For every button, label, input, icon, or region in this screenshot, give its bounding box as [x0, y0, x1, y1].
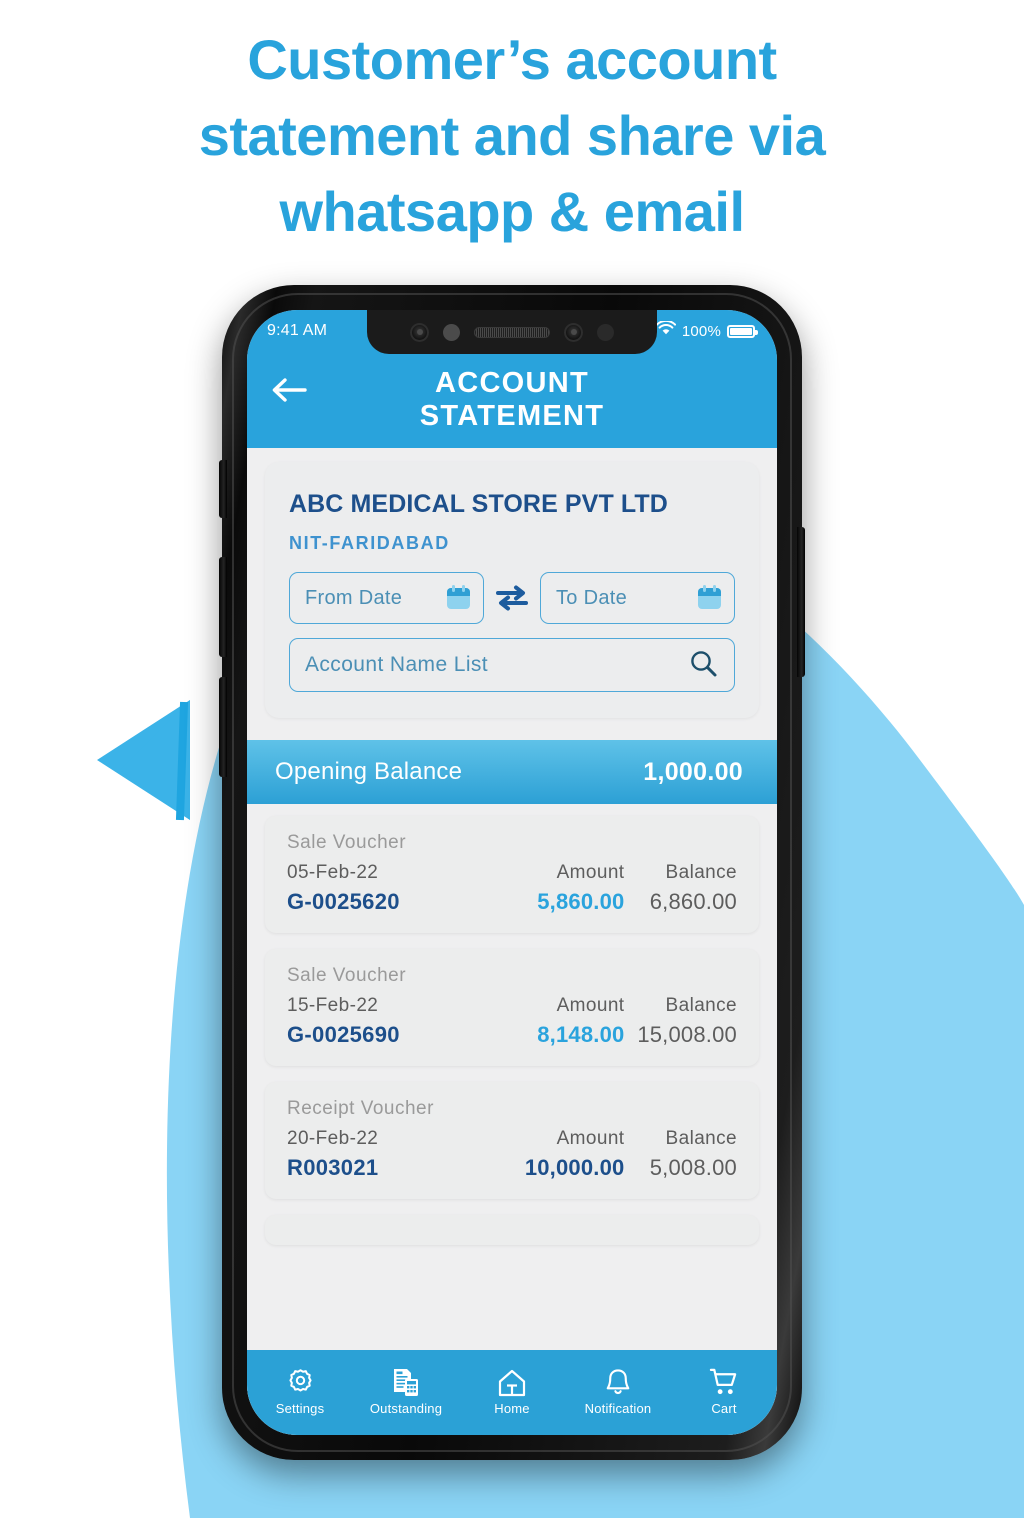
phone-volume-up-button[interactable]	[219, 557, 227, 657]
to-date-placeholder: To Date	[556, 586, 628, 609]
from-date-placeholder: From Date	[305, 586, 403, 609]
back-arrow-icon[interactable]	[269, 370, 309, 410]
voucher-balance: 6,860.00	[649, 889, 737, 914]
voucher-type: Receipt Voucher	[287, 1098, 434, 1119]
account-name-search-input[interactable]: Account Name List	[289, 638, 735, 692]
nav-label: Outstanding	[369, 1400, 443, 1416]
status-bar: 9:41 AM 100%	[247, 310, 777, 354]
table-row[interactable]: Sale Voucher 15-Feb-22 Amount Balance G-…	[265, 949, 759, 1066]
app-header: ACCOUNT STATEMENT	[247, 352, 777, 448]
balance-column-header: Balance	[665, 862, 737, 883]
phone-power-button[interactable]	[797, 527, 805, 677]
phone-notch	[367, 310, 657, 354]
phone-silent-switch[interactable]	[219, 460, 227, 518]
to-date-field[interactable]: To Date	[540, 572, 735, 624]
voucher-value-row: G-0025690 8,148.00 15,008.00	[287, 1022, 737, 1048]
opening-balance-value: 1,000.00	[643, 757, 743, 786]
account-name-placeholder: Account Name List	[305, 653, 489, 676]
phone-volume-down-button[interactable]	[219, 677, 227, 777]
page-title-line-1: ACCOUNT	[434, 367, 590, 399]
app-body: ABC MEDICAL STORE PVT LTD NIT-FARIDABAD …	[247, 448, 777, 1435]
voucher-amount: 10,000.00	[524, 1155, 625, 1180]
date-range-row: From Date To Date	[289, 572, 735, 624]
nav-label: Cart	[711, 1400, 737, 1416]
wifi-icon	[655, 319, 676, 341]
page-headline: Customer’s account statement and share v…	[0, 22, 1024, 250]
voucher-number: G-0025620	[287, 889, 400, 914]
voucher-header-row: 20-Feb-22 Amount Balance	[287, 1128, 737, 1150]
headline-line-3: whatsapp & email	[279, 180, 745, 243]
voucher-number: G-0025690	[287, 1022, 400, 1047]
store-name: ABC MEDICAL STORE PVT LTD	[289, 490, 668, 518]
gear-icon	[285, 1364, 316, 1398]
table-row[interactable]	[265, 1215, 759, 1245]
ambient-light-sensor-icon	[597, 323, 614, 341]
phone-screen: 9:41 AM 100% ACCOUNT STATEMENT ABC MEDIC…	[247, 310, 777, 1435]
balance-column-header: Balance	[665, 1128, 737, 1149]
voucher-date: 20-Feb-22	[287, 1128, 379, 1149]
nav-item-notification[interactable]: Notification	[565, 1364, 671, 1416]
secondary-camera-icon	[564, 322, 583, 342]
home-icon	[496, 1364, 528, 1398]
table-row[interactable]: Sale Voucher 05-Feb-22 Amount Balance G-…	[265, 816, 759, 933]
voucher-header-row: 05-Feb-22 Amount Balance	[287, 862, 737, 884]
voucher-type: Sale Voucher	[287, 965, 407, 986]
bell-icon	[604, 1364, 632, 1398]
battery-full-icon	[727, 324, 758, 338]
opening-balance-label: Opening Balance	[275, 758, 463, 785]
battery-percent-label: 100%	[681, 322, 721, 340]
balance-column-header: Balance	[665, 995, 737, 1016]
earpiece-speaker	[474, 326, 550, 338]
amount-column-header: Amount	[556, 995, 625, 1016]
page-title-line-2: STATEMENT	[419, 400, 605, 432]
swap-horizontal-icon[interactable]	[494, 580, 530, 616]
amount-column-header: Amount	[556, 862, 625, 883]
documents-calculator-icon	[391, 1364, 421, 1398]
table-row[interactable]: Receipt Voucher 20-Feb-22 Amount Balance…	[265, 1082, 759, 1199]
voucher-balance: 5,008.00	[649, 1155, 737, 1180]
opening-balance-bar: Opening Balance 1,000.00	[247, 740, 777, 804]
status-indicators: 100%	[655, 319, 758, 341]
calendar-icon	[447, 584, 470, 609]
store-branch: NIT-FARIDABAD	[289, 533, 450, 553]
voucher-value-row: R003021 10,000.00 5,008.00	[287, 1155, 737, 1181]
bottom-navigation-bar: Settings Outstanding Home Notification C…	[247, 1350, 777, 1435]
voucher-type: Sale Voucher	[287, 832, 407, 853]
voucher-amount: 5,860.00	[537, 889, 625, 914]
nav-label: Settings	[275, 1400, 325, 1416]
from-date-field[interactable]: From Date	[289, 572, 484, 624]
voucher-amount: 8,148.00	[537, 1022, 625, 1047]
nav-item-outstanding[interactable]: Outstanding	[353, 1364, 459, 1416]
voucher-header-row: 15-Feb-22 Amount Balance	[287, 995, 737, 1017]
calendar-icon	[698, 584, 721, 609]
shopping-cart-icon	[708, 1364, 740, 1398]
page-title: ACCOUNT STATEMENT	[247, 367, 777, 433]
filter-card: ABC MEDICAL STORE PVT LTD NIT-FARIDABAD …	[265, 462, 759, 718]
nav-item-cart[interactable]: Cart	[671, 1364, 777, 1416]
nav-label: Home	[494, 1400, 530, 1416]
amount-column-header: Amount	[556, 1128, 625, 1149]
play-triangle-icon	[97, 700, 190, 821]
nav-item-settings[interactable]: Settings	[247, 1364, 353, 1416]
voucher-balance: 15,008.00	[637, 1022, 737, 1047]
search-icon[interactable]	[688, 648, 718, 683]
proximity-sensor-icon	[443, 323, 460, 341]
voucher-number: R003021	[287, 1155, 379, 1180]
voucher-date: 15-Feb-22	[287, 995, 379, 1016]
headline-line-1: Customer’s account	[247, 28, 777, 91]
phone-mockup: 9:41 AM 100% ACCOUNT STATEMENT ABC MEDIC…	[219, 285, 805, 1460]
voucher-value-row: G-0025620 5,860.00 6,860.00	[287, 889, 737, 915]
headline-line-2: statement and share via	[198, 104, 826, 167]
voucher-list[interactable]: Sale Voucher 05-Feb-22 Amount Balance G-…	[247, 804, 777, 1245]
front-camera-icon	[410, 322, 429, 342]
voucher-date: 05-Feb-22	[287, 862, 379, 883]
status-time: 9:41 AM	[267, 322, 328, 339]
nav-label: Notification	[584, 1400, 652, 1416]
nav-item-home[interactable]: Home	[459, 1364, 565, 1416]
promo-page: Customer’s account statement and share v…	[0, 0, 1024, 1518]
